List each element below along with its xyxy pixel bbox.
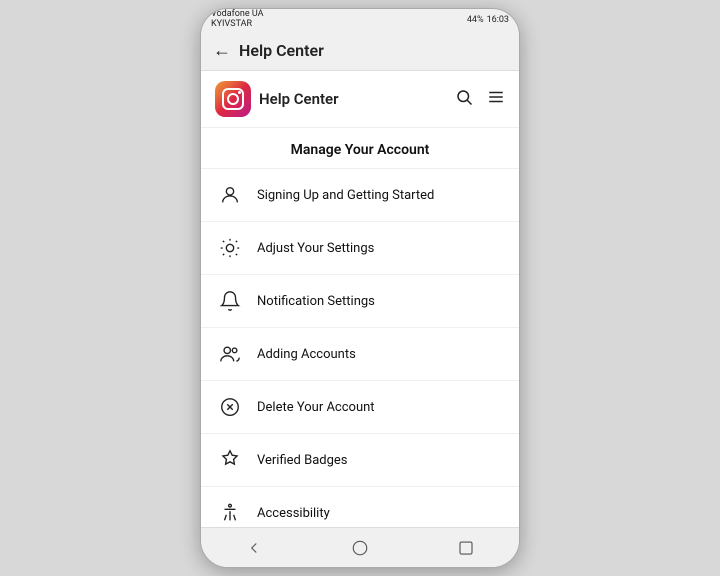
help-center-logo-area: Help Center [215, 81, 339, 117]
instagram-logo-inner [222, 88, 244, 110]
menu-label-adjust-settings: Adjust Your Settings [257, 241, 374, 256]
bell-icon [217, 288, 243, 314]
menu-label-delete-account: Delete Your Account [257, 400, 375, 415]
back-nav-button[interactable] [243, 537, 265, 559]
battery: 44% [467, 15, 484, 25]
instagram-logo [215, 81, 251, 117]
search-icon[interactable] [455, 88, 473, 111]
home-nav-button[interactable] [349, 537, 371, 559]
menu-label-adding-accounts: Adding Accounts [257, 347, 356, 362]
menu-label-verified-badges: Verified Badges [257, 453, 348, 468]
status-right: 44% 16:03 [467, 15, 509, 25]
circle-x-icon [217, 394, 243, 420]
top-nav: ← Help Center [201, 31, 519, 71]
person-icon [217, 182, 243, 208]
menu-item-accessibility[interactable]: Accessibility [201, 487, 519, 527]
main-content: Help Center Manage [201, 71, 519, 527]
header-icons [455, 88, 505, 111]
badge-icon [217, 447, 243, 473]
phone-frame: Vodafone UA KYIVSTAR 44% 16:03 ← Help Ce… [200, 8, 520, 568]
accessibility-icon [217, 500, 243, 526]
menu-item-adjust-settings[interactable]: Adjust Your Settings [201, 222, 519, 275]
menu-item-adding-accounts[interactable]: Adding Accounts [201, 328, 519, 381]
settings-icon [217, 235, 243, 261]
help-center-header: Help Center [201, 71, 519, 128]
menu-icon[interactable] [487, 88, 505, 111]
menu-item-verified-badges[interactable]: Verified Badges [201, 434, 519, 487]
page-title: Help Center [239, 41, 324, 60]
status-bar: Vodafone UA KYIVSTAR 44% 16:03 [201, 9, 519, 31]
menu-label-signing-up: Signing Up and Getting Started [257, 188, 434, 203]
recents-nav-button[interactable] [455, 537, 477, 559]
people-icon [217, 341, 243, 367]
menu-label-accessibility: Accessibility [257, 506, 330, 521]
bottom-nav [201, 527, 519, 567]
network: KYIVSTAR [211, 20, 263, 30]
help-center-title: Help Center [259, 90, 339, 108]
carrier-info: Vodafone UA KYIVSTAR [211, 10, 263, 30]
menu-label-notification-settings: Notification Settings [257, 294, 375, 309]
time: 16:03 [487, 15, 509, 25]
menu-list: Signing Up and Getting Started Adjust Yo… [201, 169, 519, 527]
back-button[interactable]: ← [213, 40, 231, 61]
menu-item-signing-up[interactable]: Signing Up and Getting Started [201, 169, 519, 222]
section-title: Manage Your Account [201, 128, 519, 169]
menu-item-notification-settings[interactable]: Notification Settings [201, 275, 519, 328]
menu-item-delete-account[interactable]: Delete Your Account [201, 381, 519, 434]
